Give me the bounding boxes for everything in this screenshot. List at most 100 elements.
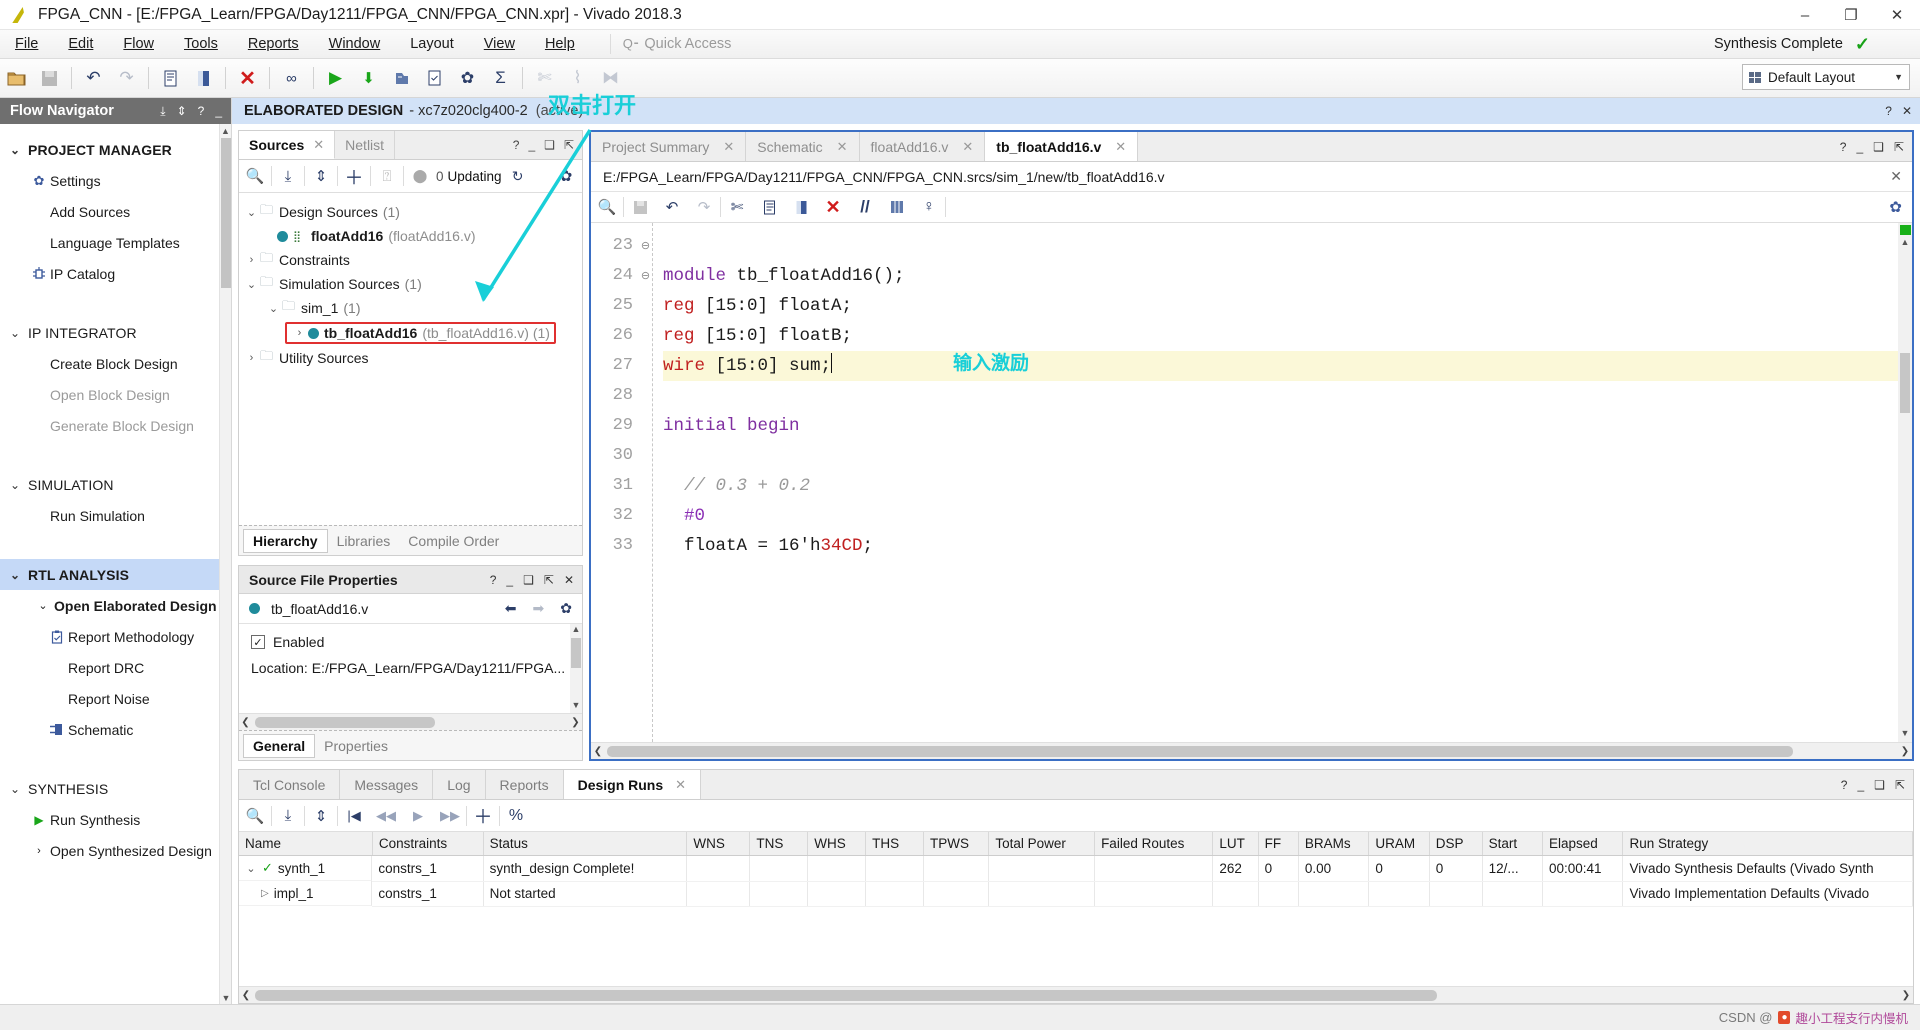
close-icon[interactable]: ✕: [1115, 139, 1126, 155]
close-icon[interactable]: ✕: [313, 137, 324, 153]
tree-item-sim-1[interactable]: ⌄ 🗀 sim_1 (1): [239, 296, 582, 320]
expand-collapse-icon[interactable]: ⇕: [177, 104, 187, 119]
maximize-icon[interactable]: ❑: [523, 573, 534, 587]
search-icon[interactable]: 🔍: [239, 800, 271, 832]
flow-item-report-noise[interactable]: Report Noise: [0, 683, 231, 714]
paste-icon[interactable]: [187, 62, 220, 94]
col-constraints[interactable]: Constraints: [372, 832, 484, 856]
code-text[interactable]: module tb_floatAdd16(); reg [15:0] float…: [653, 223, 1912, 742]
copy-icon[interactable]: [154, 62, 187, 94]
fold-marker[interactable]: ⊖: [639, 261, 652, 291]
float-icon[interactable]: ⇱: [544, 573, 554, 587]
first-icon[interactable]: |◀: [338, 800, 370, 832]
col-lut[interactable]: LUT: [1212, 832, 1259, 856]
menu-edit[interactable]: Edit: [53, 30, 108, 59]
chevron-right-icon[interactable]: ›: [291, 327, 308, 339]
tab-netlist[interactable]: Netlist: [335, 131, 396, 159]
flow-item-create-block-design[interactable]: Create Block Design: [0, 348, 231, 379]
properties-vertical-scrollbar[interactable]: ▲ ▼: [570, 624, 582, 713]
flow-section-simulation[interactable]: ⌄ SIMULATION: [0, 469, 231, 500]
col-elapsed[interactable]: Elapsed: [1542, 832, 1624, 856]
col-total-power[interactable]: Total Power: [988, 832, 1096, 856]
delete-icon[interactable]: ✕: [817, 191, 849, 223]
help-icon[interactable]: ?: [513, 138, 520, 152]
float-icon[interactable]: ⇱: [1894, 140, 1904, 154]
help-icon[interactable]: ?: [1885, 104, 1892, 118]
flow-section-rtl-analysis[interactable]: ⌄ RTL ANALYSIS: [0, 559, 231, 590]
scroll-right-icon[interactable]: ❯: [569, 717, 582, 728]
tab-reports[interactable]: Reports: [486, 770, 564, 799]
close-button[interactable]: ✕: [1874, 0, 1920, 30]
menu-window[interactable]: Window: [314, 30, 396, 59]
tab-floatadd16-v[interactable]: floatAdd16.v ✕: [860, 132, 986, 161]
col-dsp[interactable]: DSP: [1429, 832, 1483, 856]
close-icon[interactable]: ✕: [962, 139, 973, 155]
col-run-strategy[interactable]: Run Strategy: [1622, 832, 1913, 856]
minimize-button[interactable]: –: [1782, 0, 1828, 30]
cut-icon[interactable]: ✄: [721, 191, 753, 223]
float-icon[interactable]: ⇱: [564, 138, 574, 152]
forward-arrow-icon[interactable]: ➡: [533, 600, 545, 617]
flow-item-settings[interactable]: ✿ Settings: [0, 165, 231, 196]
tree-item-floatadd16[interactable]: ⣿ floatAdd16 (floatAdd16.v): [239, 224, 582, 248]
tab-general[interactable]: General: [243, 733, 316, 758]
menu-tools[interactable]: Tools: [169, 30, 233, 59]
tab-schematic[interactable]: Schematic ✕: [746, 132, 860, 161]
flow-item-add-sources[interactable]: Add Sources: [0, 196, 231, 227]
prev-icon[interactable]: ◀◀: [370, 800, 402, 832]
chevron-down-icon[interactable]: ⌄: [243, 206, 260, 219]
flow-section-project-manager[interactable]: ⌄ PROJECT MANAGER: [0, 134, 231, 165]
flow-item-language-templates[interactable]: Language Templates: [0, 227, 231, 258]
flow-item-ip-catalog[interactable]: IP Catalog: [0, 258, 231, 289]
table-row[interactable]: ⌄ ✓ synth_1 constrs_1 synth_design Compl…: [239, 855, 1913, 882]
collapse-all-icon[interactable]: ⤓: [272, 800, 304, 832]
scrollbar-thumb[interactable]: [607, 745, 1793, 757]
enabled-checkbox-row[interactable]: ✓ Enabled: [251, 634, 582, 650]
tree-item-constraints[interactable]: › 🗀 Constraints: [239, 248, 582, 272]
report-icon[interactable]: [385, 62, 418, 94]
table-row[interactable]: ▷ impl_1 constrs_1 Not started Vivado Im…: [239, 881, 1913, 907]
flow-section-synthesis[interactable]: ⌄ SYNTHESIS: [0, 773, 231, 804]
minimize-icon[interactable]: _: [506, 573, 513, 587]
percent-icon[interactable]: %: [500, 800, 532, 832]
scrollbar-thumb[interactable]: [1900, 353, 1910, 413]
step-icon[interactable]: ⬇: [352, 62, 385, 94]
scroll-track[interactable]: [607, 745, 1896, 757]
tab-log[interactable]: Log: [433, 770, 486, 799]
tree-item-tb-floatadd16[interactable]: › tb_floatAdd16 (tb_floatAdd16.v) (1): [239, 320, 582, 346]
minimize-icon[interactable]: _: [215, 104, 222, 119]
quick-access-search[interactable]: Q⁃ Quick Access: [609, 34, 770, 54]
menu-reports[interactable]: Reports: [233, 30, 314, 59]
layout-selector[interactable]: Default Layout ▼: [1742, 64, 1910, 90]
flow-item-open-synthesized-design[interactable]: › Open Synthesized Design: [0, 835, 231, 866]
float-icon[interactable]: ⇱: [1895, 778, 1905, 792]
close-icon[interactable]: ✕: [675, 777, 686, 793]
scroll-down-icon[interactable]: ▼: [220, 991, 231, 1004]
col-name[interactable]: Name: [239, 832, 373, 856]
tab-compile-order[interactable]: Compile Order: [399, 530, 508, 552]
run-icon[interactable]: ▶: [319, 62, 352, 94]
tab-tcl-console[interactable]: Tcl Console: [239, 770, 341, 799]
code-fold-column[interactable]: ⊖ ⊖: [639, 223, 653, 742]
scrollbar-thumb[interactable]: [221, 138, 231, 288]
checkbox-icon[interactable]: ✓: [251, 635, 265, 649]
properties-horizontal-scrollbar[interactable]: ❮ ❯: [239, 713, 582, 730]
maximize-icon[interactable]: ❑: [1873, 140, 1884, 154]
expand-all-icon[interactable]: ⇕: [305, 800, 337, 832]
collapse-all-icon[interactable]: ⤓: [272, 160, 304, 192]
menu-layout[interactable]: Layout: [395, 30, 469, 59]
fold-marker[interactable]: ⊖: [639, 231, 652, 261]
help-icon[interactable]: ?: [1840, 140, 1847, 154]
copy-icon[interactable]: [753, 191, 785, 223]
flow-section-ip-integrator[interactable]: ⌄ IP INTEGRATOR: [0, 317, 231, 348]
undo-icon[interactable]: ↶: [656, 191, 688, 223]
chevron-down-icon[interactable]: ⌄: [245, 862, 257, 875]
scroll-down-icon[interactable]: ▼: [570, 700, 582, 713]
flow-item-report-drc[interactable]: Report DRC: [0, 652, 231, 683]
tab-hierarchy[interactable]: Hierarchy: [243, 528, 328, 553]
flow-item-run-simulation[interactable]: Run Simulation: [0, 500, 231, 531]
open-folder-icon[interactable]: [0, 62, 33, 94]
col-wns[interactable]: WNS: [686, 832, 751, 856]
gear-icon[interactable]: ✿: [560, 600, 572, 617]
play-icon[interactable]: ▶: [402, 800, 434, 832]
